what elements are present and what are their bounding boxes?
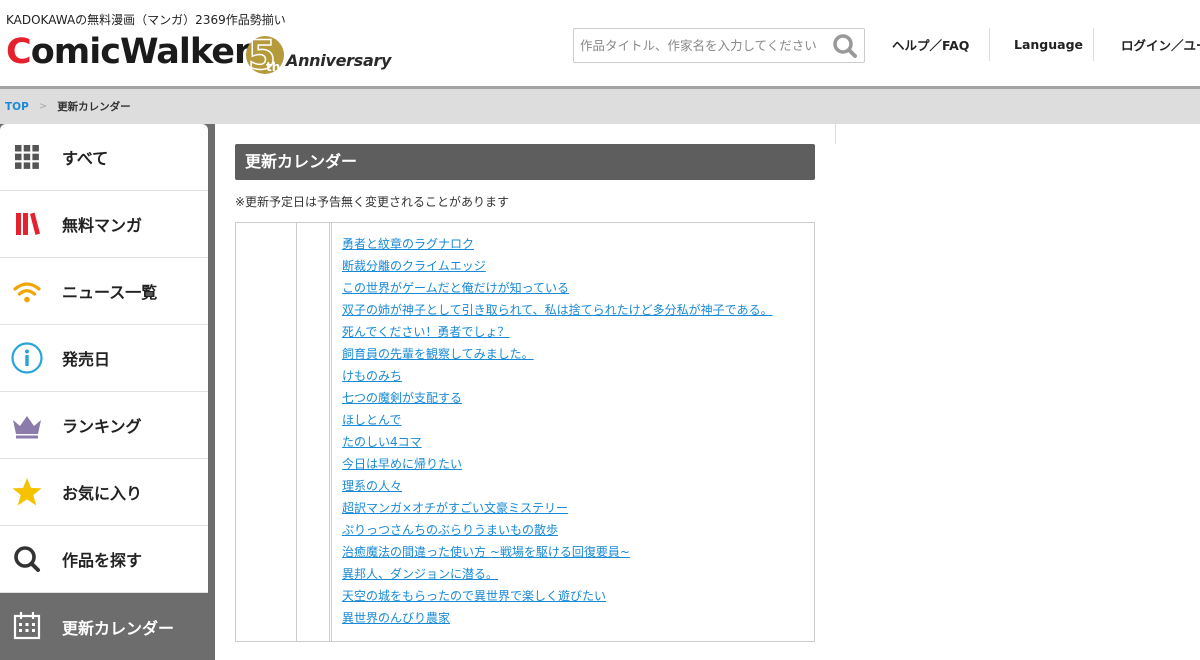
calendar-column-divider bbox=[329, 223, 330, 641]
list-item: 天空の城をもらったので異世界で楽しく遊びたい bbox=[342, 587, 773, 609]
sidebar-item-label: 発売日 bbox=[62, 350, 111, 369]
manga-title-link[interactable]: ぷりっつさんちのぶらりうまいもの散歩 bbox=[342, 523, 558, 537]
manga-title-link[interactable]: けものみち bbox=[342, 369, 402, 383]
list-item: ほしとんで bbox=[342, 411, 773, 433]
wifi-icon bbox=[13, 282, 41, 303]
manga-title-link[interactable]: 七つの魔剣が支配する bbox=[342, 391, 462, 405]
svg-text:th: th bbox=[266, 60, 280, 74]
sidebar-item-label: ランキング bbox=[62, 417, 142, 436]
crown-icon bbox=[13, 416, 41, 439]
manga-title-link[interactable]: 今日は早めに帰りたい bbox=[342, 457, 462, 471]
sidebar-nav: すべて 無料マンガ ニュース一覧 発売日 ランキング お気に入り 作品を探す 更… bbox=[0, 124, 215, 660]
title-list: 勇者と紋章のラグナロク 断裁分離のクライムエッジこの世界がゲームだと俺だけが知って… bbox=[342, 235, 773, 631]
manga-title-link[interactable]: この世界がゲームだと俺だけが知っている bbox=[342, 281, 569, 295]
manga-title-link[interactable]: 勇者と紋章のラグナロク bbox=[342, 237, 474, 251]
list-item: 勇者と紋章のラグナロク bbox=[342, 235, 773, 257]
site-tagline: KADOKAWAの無料漫画（マンガ）2369作品勢揃い bbox=[6, 13, 286, 27]
manga-title-link[interactable]: 天空の城をもらったので異世界で楽しく遊びたい bbox=[342, 589, 606, 603]
list-item: 死んでください！勇者でしょ？ bbox=[342, 323, 773, 345]
sidebar-item-label: 更新カレンダー bbox=[62, 618, 175, 638]
list-item: 七つの魔剣が支配する bbox=[342, 389, 773, 411]
manga-title-link[interactable]: 治癒魔法の間違った使い方 ~戦場を駆ける回復要員~ bbox=[342, 545, 630, 559]
list-item: 理系の人々 bbox=[342, 477, 773, 499]
sidebar-item-ranking[interactable]: ランキング bbox=[0, 392, 208, 459]
anniversary-text: Anniversary bbox=[286, 51, 392, 70]
sidebar-item-label: ニュース一覧 bbox=[62, 283, 158, 302]
breadcrumb-current: 更新カレンダー bbox=[57, 101, 131, 113]
site-header: KADOKAWAの無料漫画（マンガ）2369作品勢揃い ComicWalker … bbox=[0, 0, 1200, 86]
manga-title-link[interactable]: 超訳マンガ×オチがすごい文豪ミステリー bbox=[342, 501, 568, 515]
sidebar-item-label: 作品を探す bbox=[62, 551, 143, 570]
main-content: 更新カレンダー ※更新予定日は予告無く変更されることがあります 勇者と紋章のラグ… bbox=[215, 124, 836, 642]
books-icon bbox=[16, 212, 40, 235]
calendar-icon bbox=[13, 612, 41, 640]
search-icon bbox=[14, 546, 40, 572]
list-item: 異邦人、ダンジョンに潜る。 bbox=[342, 565, 773, 587]
manga-title-link[interactable]: 異邦人、ダンジョンに潜る。 bbox=[342, 567, 498, 581]
breadcrumb-top-link[interactable]: TOP bbox=[5, 101, 29, 113]
sidebar-item-favorites[interactable]: お気に入り bbox=[0, 459, 208, 526]
language-link[interactable]: Language bbox=[1014, 28, 1083, 61]
sidebar-item-all[interactable]: すべて bbox=[0, 124, 208, 191]
search-input[interactable] bbox=[574, 29, 824, 62]
sidebar-item-search[interactable]: 作品を探す bbox=[0, 526, 208, 593]
list-item: 断裁分離のクライムエッジ bbox=[342, 257, 773, 279]
sidebar-item-free-manga[interactable]: 無料マンガ bbox=[0, 191, 208, 258]
anniversary-5th-icon: 5 th bbox=[246, 32, 284, 75]
manga-title-link[interactable]: 双子の姉が神子として引き取られて、私は捨てられたけど多分私が神子である。 bbox=[342, 303, 773, 317]
manga-title-link[interactable]: 飼育員の先輩を観察してみました。 bbox=[342, 347, 534, 361]
logo-text: omicWalker bbox=[30, 32, 252, 72]
logo-letter-c: C bbox=[6, 32, 32, 72]
list-item: けものみち bbox=[342, 367, 773, 389]
list-item: 超訳マンガ×オチがすごい文豪ミステリー bbox=[342, 499, 773, 521]
list-item: 異世界のんびり農家 bbox=[342, 609, 773, 631]
sidebar-item-label: 無料マンガ bbox=[62, 216, 143, 235]
nav-divider bbox=[989, 28, 990, 61]
list-item: たのしい4コマ bbox=[342, 433, 773, 455]
breadcrumb: TOP > 更新カレンダー bbox=[0, 89, 1200, 124]
star-icon bbox=[12, 478, 42, 506]
search-box bbox=[573, 28, 865, 63]
login-link[interactable]: ログイン／ユー bbox=[1121, 28, 1200, 61]
list-item: 今日は早めに帰りたい bbox=[342, 455, 773, 477]
list-item: この世界がゲームだと俺だけが知っている bbox=[342, 279, 773, 301]
calendar-column-divider bbox=[296, 223, 297, 641]
manga-title-link[interactable]: ほしとんで bbox=[342, 413, 401, 427]
list-item: 双子の姉が神子として引き取られて、私は捨てられたけど多分私が神子である。 bbox=[342, 301, 773, 323]
breadcrumb-separator-icon: > bbox=[38, 101, 48, 112]
content-divider bbox=[835, 124, 836, 144]
grid-icon bbox=[15, 145, 39, 169]
info-icon bbox=[11, 342, 43, 374]
nav-divider bbox=[1093, 28, 1094, 61]
search-button-icon[interactable] bbox=[832, 33, 858, 59]
list-item: 治癒魔法の間違った使い方 ~戦場を駆ける回復要員~ bbox=[342, 543, 773, 565]
schedule-notice: ※更新予定日は予告無く変更されることがあります bbox=[235, 195, 510, 209]
manga-title-link[interactable]: 異世界のんびり農家 bbox=[342, 611, 450, 625]
sidebar-item-news[interactable]: ニュース一覧 bbox=[0, 258, 208, 325]
sidebar-item-label: すべて bbox=[62, 149, 109, 168]
manga-title-link[interactable]: 断裁分離のクライムエッジ bbox=[342, 259, 486, 273]
manga-title-link[interactable]: たのしい4コマ bbox=[342, 435, 422, 449]
calendar-table: 勇者と紋章のラグナロク 断裁分離のクライムエッジこの世界がゲームだと俺だけが知って… bbox=[235, 222, 815, 642]
manga-title-link[interactable]: 死んでください！勇者でしょ？ bbox=[342, 325, 509, 339]
calendar-column-divider bbox=[331, 223, 332, 641]
page-title: 更新カレンダー bbox=[235, 144, 815, 180]
comicwalker-logo[interactable]: ComicWalker 5 th Anniversary bbox=[6, 31, 391, 75]
sidebar-item-label: お気に入り bbox=[62, 484, 143, 503]
sidebar-item-calendar[interactable]: 更新カレンダー bbox=[0, 593, 215, 660]
list-item: 飼育員の先輩を観察してみました。 bbox=[342, 345, 773, 367]
list-item: ぷりっつさんちのぶらりうまいもの散歩 bbox=[342, 521, 773, 543]
manga-title-link[interactable]: 理系の人々 bbox=[342, 479, 402, 493]
help-faq-link[interactable]: ヘルプ／FAQ bbox=[892, 28, 969, 61]
sidebar-item-release-date[interactable]: 発売日 bbox=[0, 325, 208, 392]
